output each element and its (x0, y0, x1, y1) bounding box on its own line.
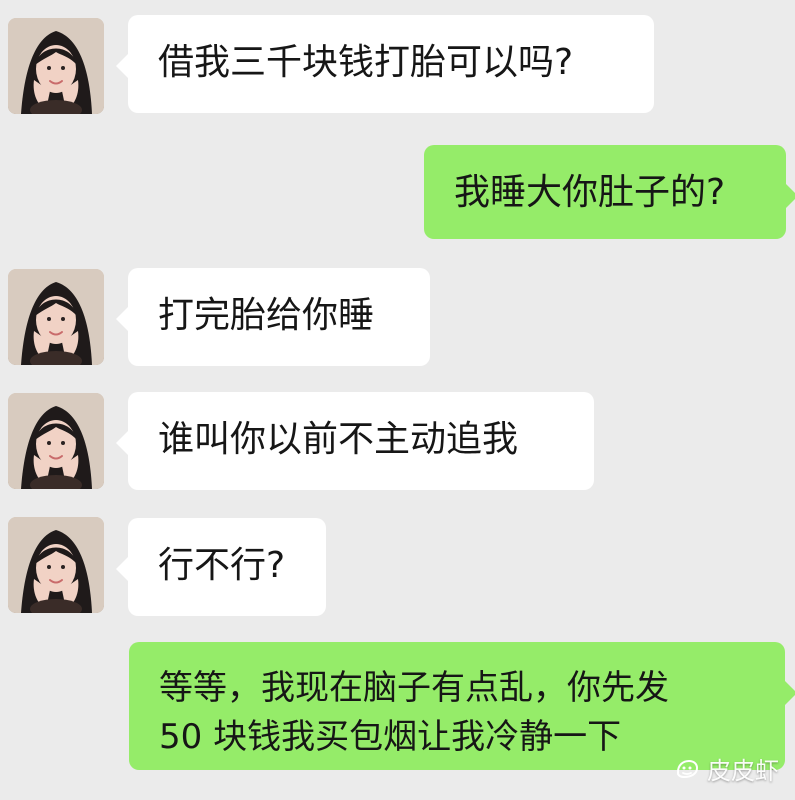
outgoing-message-bubble[interactable]: 我睡大你肚子的? (424, 145, 795, 239)
message-text: 打完胎给你睡 (158, 295, 375, 336)
incoming-message-bubble[interactable]: 行不行? (116, 518, 326, 616)
message-text-line-2: 50 块钱我买包烟让我冷静一下 (159, 717, 622, 758)
incoming-message-bubble[interactable]: 谁叫你以前不主动追我 (116, 392, 594, 490)
message-text: 行不行? (158, 545, 286, 586)
avatar-image (8, 517, 104, 613)
incoming-message-bubble[interactable]: 借我三千块钱打胎可以吗? (116, 15, 654, 113)
message-text-line-1: 等等，我现在脑子有点乱，你先发 (159, 668, 669, 708)
watermark: 皮皮虾 (673, 751, 779, 786)
watermark-text: 皮皮虾 (707, 758, 779, 785)
avatar-image (8, 269, 104, 365)
avatar-image (8, 393, 104, 489)
pipixia-logo-icon (677, 759, 699, 778)
avatar[interactable] (8, 269, 104, 365)
message-text: 我睡大你肚子的? (454, 172, 726, 213)
avatar[interactable] (8, 517, 104, 613)
chat-thread: 借我三千块钱打胎可以吗? 我睡大你肚子的? 打完胎给你睡 谁叫你以前不主动追我 … (0, 0, 795, 800)
message-text: 借我三千块钱打胎可以吗? (158, 42, 574, 83)
avatar[interactable] (8, 18, 104, 114)
avatar-image (8, 18, 104, 114)
incoming-message-bubble[interactable]: 打完胎给你睡 (116, 268, 430, 366)
avatar[interactable] (8, 393, 104, 489)
message-text: 谁叫你以前不主动追我 (158, 419, 519, 460)
